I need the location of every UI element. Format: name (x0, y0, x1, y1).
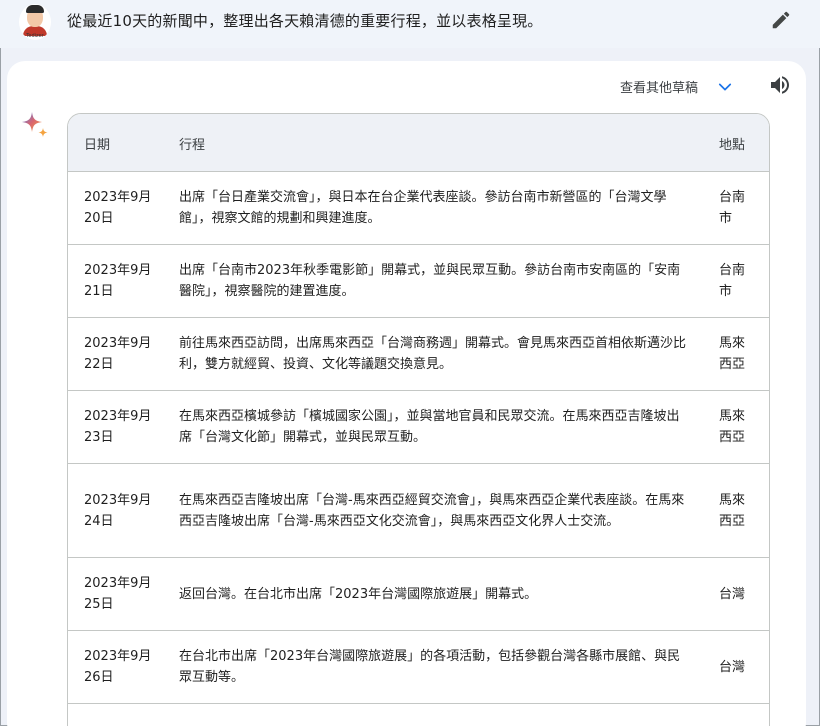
cell-date: 2023年9月23日 (84, 409, 152, 445)
cell-date: 2023年9月25日 (84, 576, 152, 612)
table-row: 2023年9月20日 出席「台日產業交流會」，與日本在台企業代表座談。參訪台南市… (68, 172, 769, 245)
table-row: 2023年9月21日 出席「台南市2023年秋季電影節」開幕式，並與民眾互動。參… (68, 245, 769, 318)
pencil-icon[interactable] (770, 9, 792, 31)
cell-schedule: 出席「台南市2023年秋季電影節」開幕式，並與民眾互動。參訪台南市安南區的「安南… (179, 263, 681, 299)
cell-date: 2023年9月26日 (84, 649, 152, 685)
table-row: 2023年9月22日 前往馬來西亞訪問，出席馬來西亞「台灣商務週」開幕式。會見馬… (68, 318, 769, 391)
speaker-icon[interactable] (768, 73, 792, 97)
cell-place: 馬來西亞 (719, 492, 746, 529)
user-prompt-row: Tedizer 從最近10天的新聞中，整理出各天賴清德的重要行程，並以表格呈現。 (0, 0, 820, 48)
cell-date: 2023年9月20日 (84, 190, 152, 226)
cell-date: 2023年9月24日 (84, 492, 152, 529)
header-schedule: 行程 (179, 138, 206, 153)
table-row: 2023年9月23日 在馬來西亞檳城參訪「檳城國家公園」，並與當地官員和民眾交流… (68, 391, 769, 464)
cell-schedule: 在馬來西亞吉隆坡出席「台灣-馬來西亞經貿交流會」，與馬來西亞企業代表座談。在馬來… (179, 492, 685, 529)
user-avatar[interactable]: Tedizer (19, 4, 51, 40)
avatar-hair (26, 5, 44, 13)
sparkle-icon (22, 112, 48, 137)
table-row: 2023年9月26日 在台北市出席「2023年台灣國際旅遊展」的各項活動，包括參… (68, 631, 769, 704)
cell-place: 馬來西亞 (719, 409, 746, 445)
cell-schedule: 出席「台日產業交流會」，與日本在台企業代表座談。參訪台南市新營區的「台灣文學館」… (179, 190, 667, 226)
cell-schedule: 在台北市出席「2023年台灣國際旅遊展」的各項活動，包括參觀台灣各縣市展館、與民… (179, 649, 681, 685)
cell-place: 台灣 (719, 586, 746, 602)
table-header: 日期 行程 地點 (68, 114, 769, 172)
view-drafts-button[interactable]: 查看其他草稿 (620, 77, 698, 96)
table-row: 2023年9月24日 在馬來西亞吉隆坡出席「台灣-馬來西亞經貿交流會」，與馬來西… (68, 464, 769, 558)
cell-place: 台南市 (719, 190, 746, 226)
table-row: 2023年9月25日 返回台灣。在台北市出席「2023年台灣國際旅遊展」開幕式。… (68, 558, 769, 631)
cell-date: 2023年9月22日 (84, 336, 152, 372)
header-place: 地點 (719, 138, 746, 153)
cell-schedule: 返回台灣。在台北市出席「2023年台灣國際旅遊展」開幕式。 (179, 586, 538, 602)
cell-schedule: 前往馬來西亞訪問，出席馬來西亞「台灣商務週」開幕式。會見馬來西亞首相依斯邁沙比利… (179, 336, 687, 372)
cell-place: 台灣 (719, 659, 746, 675)
header-date: 日期 (84, 138, 111, 153)
chevron-down-icon[interactable] (716, 78, 734, 96)
prompt-text: 從最近10天的新聞中，整理出各天賴清德的重要行程，並以表格呈現。 (67, 12, 543, 30)
cell-schedule: 在馬來西亞檳城參訪「檳城國家公園」，並與當地官員和民眾交流。在馬來西亞吉隆坡出席… (179, 409, 680, 445)
cell-place: 馬來西亞 (719, 336, 746, 372)
avatar-tag: Tedizer (26, 33, 44, 39)
cell-place: 台南市 (719, 263, 746, 299)
schedule-table: 日期 行程 地點 2023年9月20日 出席「台日產業交流會」，與日本在台企業代… (67, 113, 770, 726)
cell-date: 2023年9月21日 (84, 263, 152, 299)
